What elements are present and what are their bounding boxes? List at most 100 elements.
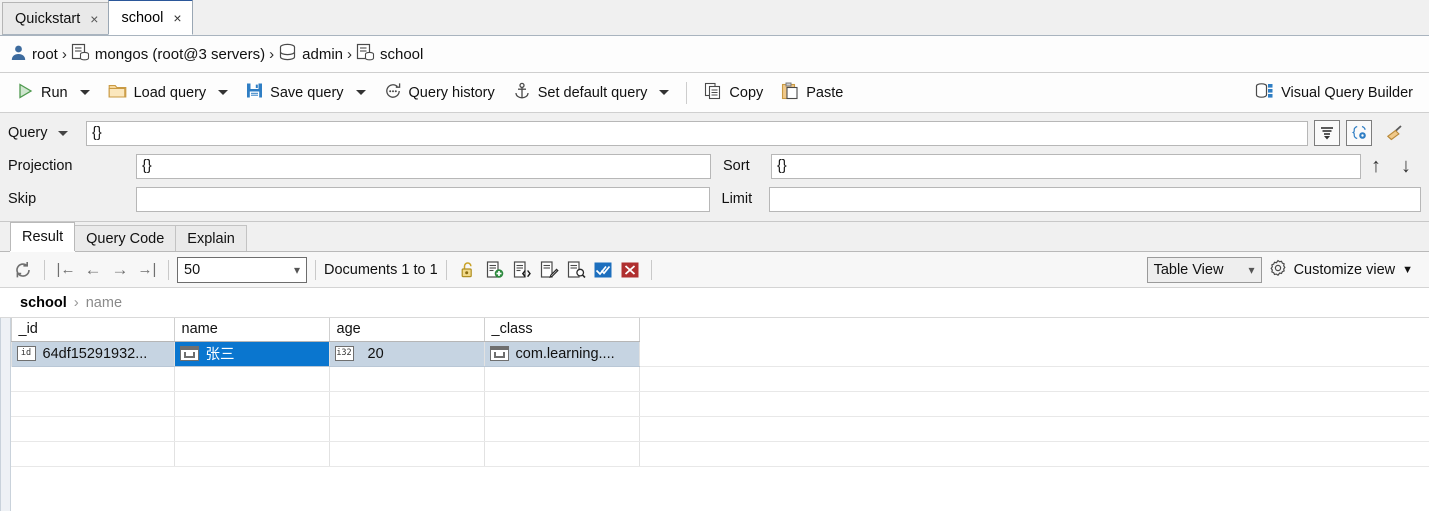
confirm-icon[interactable]	[590, 257, 616, 283]
move-up-icon[interactable]: ↑	[1361, 153, 1391, 179]
path-field-label[interactable]: name	[86, 295, 122, 311]
visual-query-builder-button[interactable]: Visual Query Builder	[1247, 78, 1421, 108]
column-header-age[interactable]: age	[329, 318, 485, 342]
query-history-button[interactable]: Query history	[376, 78, 503, 108]
cell-empty[interactable]	[11, 441, 175, 467]
table-left-gutter	[1, 318, 11, 511]
collection-icon	[356, 43, 375, 65]
cell-empty[interactable]	[174, 416, 330, 442]
cell-empty[interactable]	[484, 441, 640, 467]
cell-class-value: com.learning....	[515, 345, 615, 362]
edit-document-icon[interactable]	[536, 257, 562, 283]
query-type-dropdown-caret-icon[interactable]	[58, 130, 68, 136]
query-input[interactable]	[86, 120, 1308, 146]
cell-empty[interactable]	[329, 366, 485, 392]
page-size-select[interactable]: 50 ▾	[177, 256, 307, 283]
tab-query-code[interactable]: Query Code	[74, 225, 177, 251]
cell-empty	[639, 391, 1429, 417]
breadcrumb-item-root[interactable]: root	[10, 44, 58, 65]
unlock-icon[interactable]	[455, 257, 481, 283]
chevron-down-icon: ▾	[293, 262, 300, 277]
breadcrumb-item-admin[interactable]: admin	[278, 43, 343, 65]
column-header-name[interactable]: name	[174, 318, 330, 342]
close-icon[interactable]: ×	[90, 12, 98, 26]
run-dropdown-caret-icon[interactable]	[79, 90, 90, 95]
table-row[interactable]	[1, 416, 1429, 442]
save-query-dropdown-caret-icon[interactable]	[355, 90, 366, 95]
cell-empty[interactable]	[11, 366, 175, 392]
view-mode-select[interactable]: Table View ▾	[1146, 256, 1262, 283]
breadcrumb-item-mongos[interactable]: mongos (root@3 servers)	[71, 43, 265, 65]
nav-last-icon[interactable]: →|	[134, 257, 160, 283]
table-row[interactable]: id 64df15291932... 张三 i32 20 com.learnin…	[1, 341, 1429, 367]
cell-empty[interactable]	[11, 391, 175, 417]
insert-document-icon[interactable]	[482, 257, 508, 283]
breadcrumb-item-school[interactable]: school	[356, 43, 423, 65]
cell-class[interactable]: com.learning....	[484, 341, 640, 367]
json-settings-icon[interactable]	[1346, 120, 1372, 146]
cell-empty[interactable]	[329, 441, 485, 467]
skip-input[interactable]	[135, 186, 710, 212]
insert-json-icon[interactable]	[509, 257, 535, 283]
cell-age[interactable]: i32 20	[329, 341, 485, 367]
table-row[interactable]	[1, 391, 1429, 417]
tab-school[interactable]: school ×	[108, 0, 193, 35]
load-query-button[interactable]: Load query	[100, 78, 215, 108]
save-disk-icon	[246, 82, 263, 103]
play-icon	[16, 82, 34, 104]
sort-input[interactable]	[771, 153, 1361, 179]
view-document-icon[interactable]	[563, 257, 589, 283]
cancel-icon[interactable]	[617, 257, 643, 283]
cell-id[interactable]: id 64df15291932...	[11, 341, 175, 367]
close-icon[interactable]: ×	[173, 11, 181, 25]
tab-explain[interactable]: Explain	[175, 225, 247, 251]
projection-input[interactable]	[136, 153, 711, 179]
cell-empty[interactable]	[484, 366, 640, 392]
set-default-query-button[interactable]: Set default query	[505, 78, 656, 108]
column-header-class[interactable]: _class	[484, 318, 640, 342]
query-list-icon[interactable]	[1314, 120, 1340, 146]
cell-empty[interactable]	[329, 391, 485, 417]
tab-result[interactable]: Result	[10, 222, 76, 251]
run-label: Run	[41, 84, 68, 101]
table-row[interactable]	[1, 441, 1429, 467]
cell-empty[interactable]	[329, 416, 485, 442]
tab-quickstart[interactable]: Quickstart ×	[2, 2, 110, 35]
cell-name[interactable]: 张三	[174, 341, 330, 367]
cell-empty[interactable]	[174, 391, 330, 417]
chevron-down-icon: ▾	[1248, 262, 1255, 277]
result-tab-strip: Result Query Code Explain	[0, 222, 1429, 252]
toolbar-divider	[445, 259, 447, 280]
cell-empty[interactable]	[484, 416, 640, 442]
move-down-icon[interactable]: ↓	[1391, 153, 1421, 179]
nav-first-icon[interactable]: |←	[53, 257, 79, 283]
table-row[interactable]	[1, 366, 1429, 392]
cell-empty[interactable]	[174, 441, 330, 467]
nav-next-icon[interactable]: →	[107, 257, 133, 283]
cell-empty[interactable]	[174, 366, 330, 392]
cell-empty[interactable]	[11, 416, 175, 442]
sort-label: Sort	[723, 158, 750, 174]
customize-view-label: Customize view	[1293, 261, 1396, 278]
run-button[interactable]: Run	[8, 78, 76, 108]
toolbar-divider	[44, 259, 45, 280]
save-query-button[interactable]: Save query	[238, 78, 351, 108]
copy-button[interactable]: Copy	[696, 78, 771, 108]
load-query-dropdown-caret-icon[interactable]	[218, 90, 229, 95]
nav-prev-icon[interactable]: ←	[80, 257, 106, 283]
path-collection-label[interactable]: school	[20, 295, 67, 311]
tab-explain-label: Explain	[187, 230, 235, 247]
refresh-icon[interactable]	[10, 257, 36, 283]
broom-clear-icon[interactable]	[1382, 120, 1408, 146]
breadcrumb-label-admin: admin	[302, 45, 343, 63]
query-row: Query	[0, 119, 1429, 147]
cell-empty[interactable]	[484, 391, 640, 417]
set-default-query-dropdown-caret-icon[interactable]	[659, 90, 670, 95]
tab-school-label: school	[121, 9, 164, 26]
paste-button[interactable]: Paste	[773, 78, 851, 108]
limit-input[interactable]	[769, 186, 1421, 212]
column-header-id[interactable]: _id	[11, 318, 175, 342]
tab-quickstart-label: Quickstart	[15, 10, 81, 27]
cell-name-value: 张三	[205, 347, 235, 363]
customize-view-button[interactable]: Customize view ▼	[1263, 259, 1419, 281]
